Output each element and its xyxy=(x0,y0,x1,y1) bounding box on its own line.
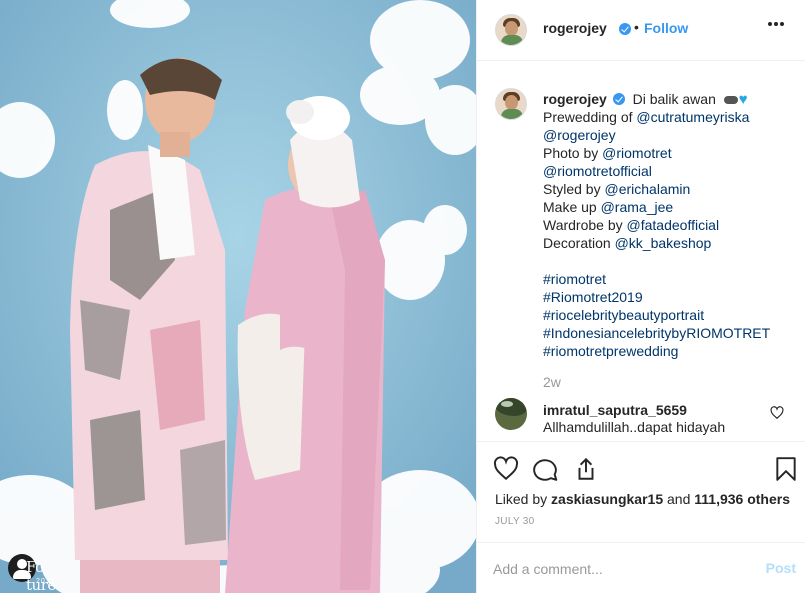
mention-link[interactable]: @cutratumeyriska xyxy=(636,109,749,125)
mention-link[interactable]: @riomotret xyxy=(602,145,671,161)
avatar[interactable] xyxy=(495,14,527,46)
caption-lines: rogerojey Di balik awan ♥ Prewedding of … xyxy=(543,90,793,360)
watermark-year: 2019 xyxy=(36,578,56,585)
save-bookmark-icon[interactable] xyxy=(773,456,799,482)
mention-link[interactable]: @fatadeofficial xyxy=(627,217,720,233)
comment-username[interactable]: imratul_saputra_5659 xyxy=(543,402,687,418)
comment-text: Allhamdulillah..dapat hidayah xyxy=(543,419,726,435)
more-options-icon[interactable] xyxy=(768,22,784,26)
post-comment-button[interactable]: Post xyxy=(766,560,796,576)
photo-scene xyxy=(0,0,476,593)
caption-prefix: Photo by xyxy=(543,145,603,161)
comment-item: imratul_saputra_5659 Allhamdulillah..dap… xyxy=(477,386,805,442)
mention-link[interactable]: @erichalamin xyxy=(604,181,690,197)
photo-watermark: Fo ture 2019 xyxy=(6,552,76,593)
caption-prefix: Wardrobe by xyxy=(543,217,627,233)
mention-link[interactable]: @kk_bakeshop xyxy=(615,235,712,251)
mention-link[interactable]: @rogerojey xyxy=(543,127,616,143)
separator-dot: • xyxy=(634,19,639,35)
watermark-text: Fo ture xyxy=(26,558,56,593)
post-photo[interactable]: Fo ture 2019 xyxy=(0,0,476,593)
caption-prefix: Make up xyxy=(543,199,601,215)
share-icon[interactable] xyxy=(573,456,599,482)
avatar[interactable] xyxy=(495,88,527,120)
mention-link[interactable]: @riomotretofficial xyxy=(543,163,652,179)
verified-badge-icon xyxy=(619,23,631,35)
verified-badge-icon xyxy=(612,93,625,105)
follow-button[interactable]: Follow xyxy=(644,20,688,36)
post-side-panel: rogerojey • Follow rogerojey Di balik aw… xyxy=(476,0,805,593)
hashtag-link[interactable]: #riomotret xyxy=(543,271,606,287)
hashtag-link[interactable]: #Riomotret2019 xyxy=(543,289,643,305)
hashtag-link[interactable]: #riomotretprewedding xyxy=(543,343,678,359)
comment-bubble-icon[interactable] xyxy=(533,456,559,482)
avatar[interactable] xyxy=(495,398,527,430)
caption-prefix: Prewedding of xyxy=(543,109,637,125)
likes-summary: Liked by zaskiasungkar15 and 111,936 oth… xyxy=(495,491,790,507)
heart-emoji-icon: ♥ xyxy=(738,91,748,109)
likes-user-link[interactable]: zaskiasungkar15 xyxy=(551,491,663,507)
post-date[interactable]: JULY 30 xyxy=(495,516,535,527)
caption-prefix: Styled by xyxy=(543,181,605,197)
hashtag-link[interactable]: #riocelebritybeautyportrait xyxy=(543,307,704,323)
like-heart-icon[interactable] xyxy=(493,456,519,482)
action-bar xyxy=(477,452,805,486)
post-header: rogerojey • Follow xyxy=(477,0,805,61)
likes-middle: and xyxy=(663,491,695,507)
caption-username[interactable]: rogerojey xyxy=(543,91,607,107)
cloud-emoji-icon xyxy=(723,96,738,105)
mention-link[interactable]: @rama_jee xyxy=(601,199,674,215)
comment-like-heart-icon[interactable] xyxy=(770,406,784,420)
add-comment-bar: Post xyxy=(477,542,805,593)
caption-text: Di balik awan xyxy=(632,91,716,107)
post-caption: rogerojey Di balik awan ♥ Prewedding of … xyxy=(477,62,805,390)
header-username[interactable]: rogerojey xyxy=(543,20,607,36)
comment-input[interactable] xyxy=(493,559,743,579)
caption-prefix: Decoration xyxy=(543,235,615,251)
likes-prefix: Liked by xyxy=(495,491,552,507)
likes-count-link[interactable]: 111,936 others xyxy=(694,491,790,507)
hashtag-link[interactable]: #IndonesiancelebritybyRIOMOTRET xyxy=(543,325,770,341)
